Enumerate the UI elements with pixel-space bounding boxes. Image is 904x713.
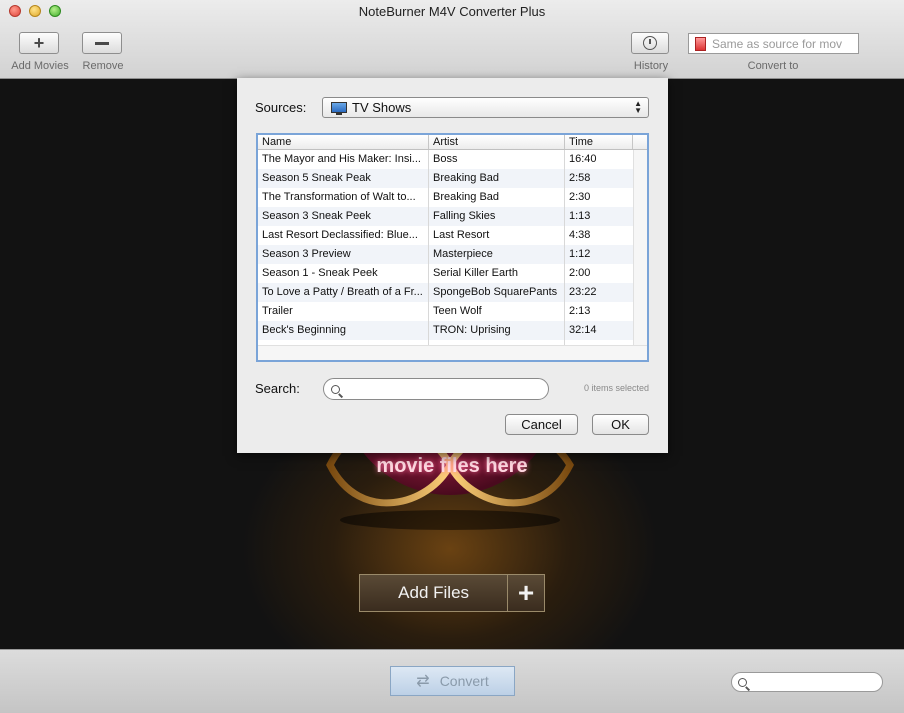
cell-artist: Masterpiece xyxy=(433,248,493,260)
table-row[interactable]: Trailer Teen Wolf 2:13 xyxy=(258,302,633,321)
add-movies-button[interactable]: + xyxy=(19,32,59,54)
cell-time: 2:30 xyxy=(569,191,591,203)
bottom-search-input[interactable] xyxy=(731,672,883,692)
cell-time: 23:22 xyxy=(569,286,597,298)
sources-value: TV Shows xyxy=(352,100,412,115)
minus-icon xyxy=(95,41,109,45)
add-files-label: Add Files xyxy=(398,583,470,602)
table-header: Name Artist Time xyxy=(258,135,647,150)
drop-hint-text: movie files here xyxy=(376,455,528,477)
tv-icon xyxy=(331,102,347,115)
table-row[interactable]: Season 3 Preview Masterpiece 1:12 xyxy=(258,245,633,264)
add-movies-label: Add Movies xyxy=(11,60,69,72)
table-row[interactable]: Season 5 Sneak Peak Breaking Bad 2:58 xyxy=(258,169,633,188)
cell-time: 16:40 xyxy=(569,153,597,165)
cell-name: The Transformation of Walt to... xyxy=(262,191,416,203)
cell-time: 32:14 xyxy=(569,324,597,336)
cell-artist: Boss xyxy=(433,153,458,165)
cell-time: 2:00 xyxy=(569,267,591,279)
dialog-search-input[interactable] xyxy=(323,378,549,400)
toolbar: NoteBurner M4V Converter Plus + Add Movi… xyxy=(0,0,904,79)
remove-label: Remove xyxy=(82,60,124,72)
cell-time: 4:38 xyxy=(569,229,591,241)
table-row[interactable]: To Love a Patty / Breath of a Fr... Spong… xyxy=(258,283,633,302)
cell-time: 2:13 xyxy=(569,305,591,317)
add-files-button[interactable]: Add Files + xyxy=(359,574,545,612)
search-label: Search: xyxy=(255,381,300,396)
cell-name: Last Resort Declassified: Blue... xyxy=(262,229,418,241)
column-header-time[interactable]: Time xyxy=(565,135,633,149)
cell-name: The Mayor and His Maker: Insi... xyxy=(262,153,421,165)
convert-button[interactable]: ⇄ Convert xyxy=(390,666,515,696)
movie-table[interactable]: Name Artist Time The Mayor and His Maker… xyxy=(256,133,649,362)
history-label: History xyxy=(633,60,669,72)
cell-artist: SpongeBob SquarePants xyxy=(433,286,558,298)
cell-artist: Last Resort xyxy=(433,229,490,241)
history-button[interactable] xyxy=(631,32,669,54)
horizontal-scrollbar[interactable] xyxy=(258,345,647,360)
ok-button[interactable]: OK xyxy=(592,414,649,435)
cell-name: Season 3 Preview xyxy=(262,248,351,260)
clock-icon xyxy=(643,36,657,50)
table-row[interactable]: Beck's Beginning TRON: Uprising 32:14 xyxy=(258,321,633,340)
cell-time: 2:58 xyxy=(569,172,591,184)
table-row[interactable]: Season 3 Sneak Peek Falling Skies 1:13 xyxy=(258,207,633,226)
column-divider xyxy=(428,150,429,345)
search-icon xyxy=(331,384,340,394)
convert-label: Convert xyxy=(439,673,489,689)
table-row[interactable]: The Transformation of Walt to... Breaking… xyxy=(258,188,633,207)
sources-label: Sources: xyxy=(255,100,307,115)
cell-time: 1:13 xyxy=(569,210,591,222)
bottom-bar: ⇄ Convert xyxy=(0,649,904,713)
table-row[interactable]: Season 1 - Sneak Peek Serial Killer Earth… xyxy=(258,264,633,283)
selection-count: 0 items selected xyxy=(583,383,649,393)
search-icon xyxy=(738,677,747,687)
cell-name: Season 1 - Sneak Peek xyxy=(262,267,378,279)
cell-name: Beck's Beginning xyxy=(262,324,347,336)
vertical-scrollbar[interactable] xyxy=(633,150,647,345)
cell-name: Season 5 Sneak Peak xyxy=(262,172,371,184)
add-movies-dialog: Sources: TV Shows ▲ ▼ Name Artist Time Th… xyxy=(237,78,668,453)
cell-artist: Breaking Bad xyxy=(433,191,500,203)
file-format-icon xyxy=(695,36,706,51)
cell-artist: Serial Killer Earth xyxy=(433,267,518,279)
convert-arrows-icon: ⇄ xyxy=(416,673,430,690)
cell-artist: Breaking Bad xyxy=(433,172,500,184)
cell-artist: Teen Wolf xyxy=(433,305,482,317)
column-divider xyxy=(564,150,565,345)
cell-time: 1:12 xyxy=(569,248,591,260)
plus-icon: + xyxy=(33,33,45,53)
cancel-button[interactable]: Cancel xyxy=(505,414,578,435)
convert-to-label: Convert to xyxy=(747,60,799,72)
cell-name: Season 3 Sneak Peek xyxy=(262,210,371,222)
remove-button[interactable] xyxy=(82,32,122,54)
column-header-name[interactable]: Name xyxy=(258,135,429,149)
column-header-artist[interactable]: Artist xyxy=(429,135,565,149)
convert-to-value: Same as source for mov xyxy=(712,36,843,51)
table-row[interactable]: Last Resort Declassified: Blue... Last Re… xyxy=(258,226,633,245)
cell-artist: Falling Skies xyxy=(433,210,496,222)
table-row[interactable]: The Mayor and His Maker: Insi... Boss 16:4… xyxy=(258,150,633,169)
convert-to-select[interactable]: Same as source for mov xyxy=(688,33,859,54)
cell-artist: TRON: Uprising xyxy=(433,324,511,336)
window-title: NoteBurner M4V Converter Plus xyxy=(358,4,546,19)
sources-select[interactable]: TV Shows ▲ ▼ xyxy=(322,97,649,118)
plus-icon: + xyxy=(507,575,544,611)
cell-name: Trailer xyxy=(262,305,293,317)
chevron-updown-icon: ▲ ▼ xyxy=(634,99,642,115)
app-window: NoteBurner M4V Converter Plus + Add Movi… xyxy=(0,0,904,713)
cell-name: To Love a Patty / Breath of a Fr... xyxy=(262,286,423,298)
